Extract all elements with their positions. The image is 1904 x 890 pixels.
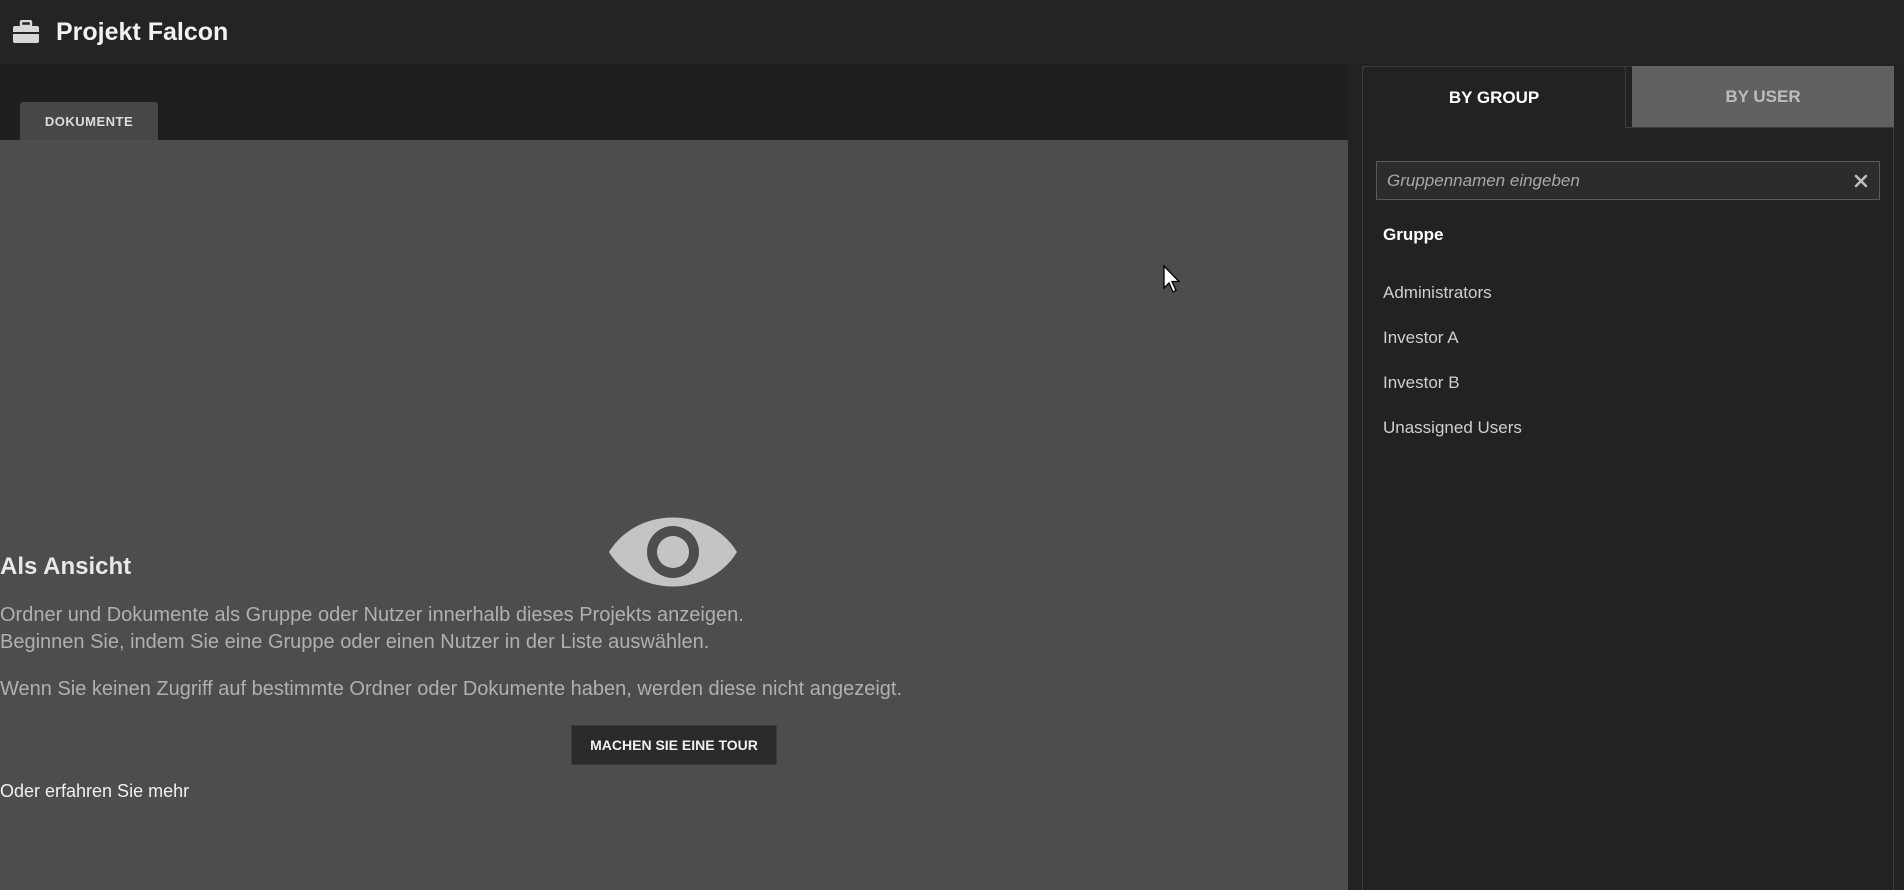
empty-state [0, 140, 1348, 890]
tab-by-group[interactable]: BY GROUP [1362, 66, 1626, 128]
tab-dokumente[interactable]: DOKUMENTE [20, 102, 158, 140]
list-item-investor-b[interactable]: Investor B [1383, 373, 1522, 418]
list-item-unassigned-users[interactable]: Unassigned Users [1383, 418, 1522, 463]
close-icon[interactable] [1851, 171, 1871, 191]
documents-area: DOKUMENTE [0, 64, 1348, 890]
eye-icon [609, 517, 737, 587]
project-title: Projekt Falcon [56, 17, 229, 46]
app-header: Projekt Falcon [0, 0, 1904, 64]
list-item-administrators[interactable]: Administrators [1383, 283, 1522, 328]
group-search-input[interactable] [1385, 169, 1851, 192]
take-tour-button[interactable]: MACHEN SIE EINE TOUR [571, 725, 777, 765]
view-as-panel: BY GROUP BY USER Gruppe Administrators I… [1362, 66, 1895, 890]
tab-by-user[interactable]: BY USER [1632, 66, 1894, 128]
group-search [1376, 161, 1880, 200]
tab-divider [1626, 127, 1895, 128]
group-list: Administrators Investor A Investor B Una… [1383, 283, 1522, 463]
mouse-pointer-icon [1163, 264, 1181, 293]
learn-more-link[interactable]: Oder erfahren Sie mehr [0, 781, 1348, 802]
briefcase-icon [12, 19, 42, 45]
documents-tabstrip: DOKUMENTE [0, 64, 1348, 140]
list-item-investor-a[interactable]: Investor A [1383, 328, 1522, 373]
group-column-header: Gruppe [1383, 225, 1444, 244]
